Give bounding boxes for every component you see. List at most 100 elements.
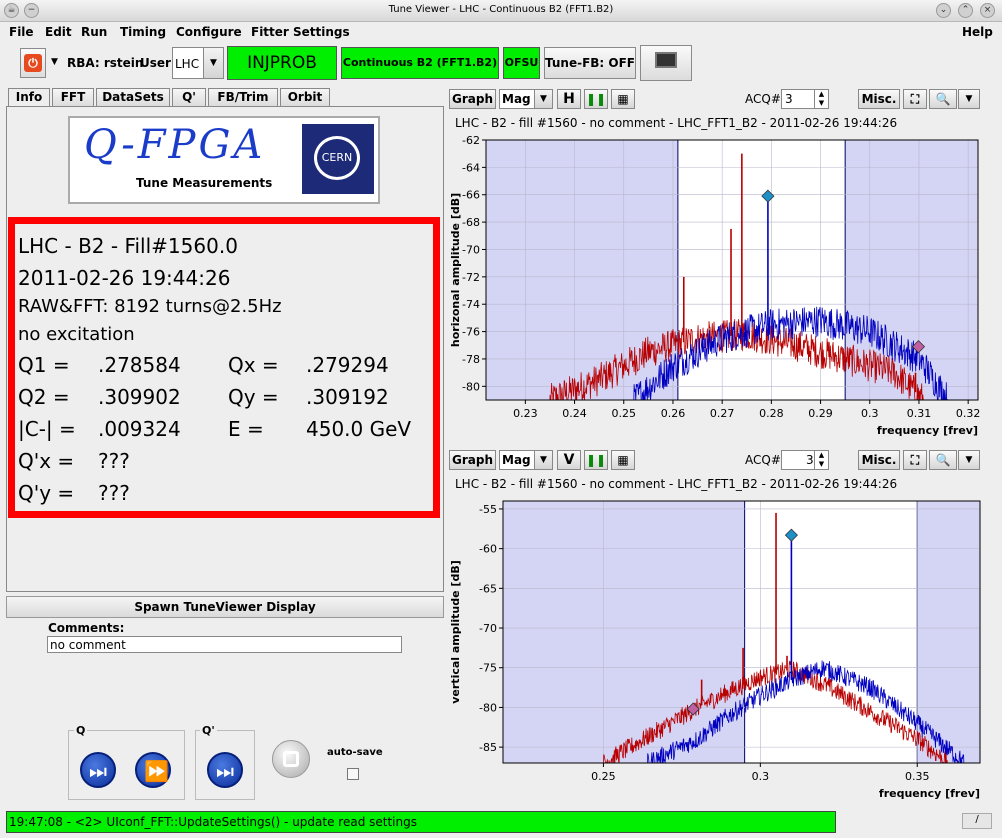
chevron-down-icon: ▼ bbox=[534, 90, 552, 108]
tab-fft[interactable]: FFT bbox=[52, 88, 94, 106]
graph1-acq-label: ACQ# bbox=[745, 92, 781, 106]
graph2-mag-select[interactable]: Mag ▼ bbox=[499, 450, 553, 470]
menu-file[interactable]: File bbox=[9, 25, 34, 39]
vertical-spectrum-chart[interactable]: 0.25 0.3 0.35 -55 -60 -65 -70 -75 -80 -85 frequenc… bbox=[448, 491, 998, 807]
x-tick-label: 0.28 bbox=[759, 407, 784, 420]
y-tick-label: -60 bbox=[479, 543, 497, 556]
y-tick-label: -74 bbox=[462, 298, 480, 311]
qprime-group-label: Q' bbox=[200, 724, 217, 737]
minimize-icon[interactable]: ⌄ bbox=[936, 3, 951, 18]
tab-info[interactable]: Info bbox=[8, 88, 50, 107]
spinner-arrows-icon: ▲ ▼ bbox=[814, 90, 828, 108]
skip-next-icon: ⏭ bbox=[216, 759, 234, 783]
graph2-grid-button[interactable]: ▦ bbox=[611, 450, 635, 470]
cern-logo: CERN bbox=[302, 124, 374, 194]
autosave-label: auto-save bbox=[327, 747, 383, 758]
graph1-pause-button[interactable]: ❚❚ bbox=[584, 89, 608, 109]
x-axis-label: frequency [frev] bbox=[877, 424, 978, 437]
menu-timing[interactable]: Timing bbox=[120, 25, 166, 39]
graph1-h-button[interactable]: H bbox=[557, 89, 581, 109]
zoom-fit-icon: ⛶ bbox=[910, 453, 920, 467]
power-button[interactable]: ⏻ bbox=[20, 48, 46, 78]
spawn-tuneviewer-button[interactable]: Spawn TuneViewer Display bbox=[6, 596, 444, 618]
x-tick-label: 0.27 bbox=[710, 407, 735, 420]
q2-label: Q2 = bbox=[18, 385, 70, 409]
graph2-zoom-fit-button[interactable]: ⛶ bbox=[903, 450, 927, 470]
window-title: Tune Viewer - LHC - Continuous B2 (FFT1.… bbox=[388, 4, 614, 15]
graph2-mag-value: Mag bbox=[502, 453, 531, 467]
x-tick-label: 0.3 bbox=[861, 407, 879, 420]
grid-icon: ▦ bbox=[617, 92, 629, 106]
autosave-checkbox[interactable] bbox=[347, 768, 359, 780]
qx-value: .279294 bbox=[306, 353, 389, 377]
menu-help[interactable]: Help bbox=[962, 25, 993, 39]
status-corner-button[interactable]: / bbox=[962, 813, 992, 829]
graph2-graph-button[interactable]: Graph bbox=[449, 450, 496, 470]
maximize-icon[interactable]: ⌃ bbox=[958, 3, 973, 18]
pause-icon: ❚❚ bbox=[585, 453, 607, 467]
graph1-acq-spinner[interactable]: 3 ▲ ▼ bbox=[781, 89, 829, 109]
x-axis-label: frequency [frev] bbox=[879, 787, 980, 800]
chevron-down-icon: ▼ bbox=[203, 48, 223, 78]
qy-value: .309192 bbox=[306, 385, 389, 409]
chroma-y-label: Q'y = bbox=[18, 481, 75, 505]
q-step-button[interactable]: ⏭ bbox=[80, 752, 116, 788]
y-tick-label: -72 bbox=[462, 271, 480, 284]
graph1-options-dropdown[interactable]: ▼ bbox=[958, 89, 980, 109]
graph1-graph-button[interactable]: Graph bbox=[449, 89, 496, 109]
user-select-value: LHC bbox=[175, 57, 200, 71]
graph1-misc-button[interactable]: Misc. bbox=[858, 89, 900, 109]
coupling-value: .009324 bbox=[98, 417, 181, 441]
user-select[interactable]: LHC ▼ bbox=[172, 47, 224, 79]
y-tick-label: -68 bbox=[462, 216, 480, 229]
comments-input[interactable] bbox=[47, 636, 402, 653]
display-button[interactable] bbox=[640, 45, 692, 81]
x-tick-label: 0.35 bbox=[905, 770, 930, 783]
graph2-pause-button[interactable]: ❚❚ bbox=[584, 450, 608, 470]
menu-edit[interactable]: Edit bbox=[45, 25, 72, 39]
mode-button[interactable]: Continuous B2 (FFT1.B2) bbox=[341, 47, 499, 79]
graph2-misc-button[interactable]: Misc. bbox=[858, 450, 900, 470]
graph2-zoom-button[interactable]: 🔍 bbox=[929, 450, 957, 470]
tab-datasets[interactable]: DataSets bbox=[96, 88, 170, 106]
graph2-acq-spinner[interactable]: 3 ▲ ▼ bbox=[781, 450, 829, 470]
tune-fb-button[interactable]: Tune-FB: OFF bbox=[544, 47, 636, 79]
x-tick-label: 0.25 bbox=[591, 770, 616, 783]
menu-configure[interactable]: Configure bbox=[176, 25, 242, 39]
rba-label: RBA: rstein bbox=[67, 56, 144, 70]
y-tick-label: -75 bbox=[479, 662, 497, 675]
menu-fitter-settings[interactable]: Fitter Settings bbox=[251, 25, 350, 39]
title-bar: ☕ − Tune Viewer - LHC - Continuous B2 (F… bbox=[0, 0, 1002, 22]
monitor-icon bbox=[655, 52, 677, 68]
q-fast-forward-button[interactable]: ⏩ bbox=[135, 752, 171, 788]
graph1-grid-button[interactable]: ▦ bbox=[611, 89, 635, 109]
graph1-zoom-button[interactable]: 🔍 bbox=[929, 89, 957, 109]
graph1-mag-select[interactable]: Mag ▼ bbox=[499, 89, 553, 109]
horizontal-spectrum-chart[interactable]: 0.23 0.24 0.25 0.26 0.27 0.28 0.29 0.3 0.31 0.32 -… bbox=[448, 130, 998, 448]
y-tick-label: -78 bbox=[462, 353, 480, 366]
power-dropdown-icon[interactable]: ▼ bbox=[51, 57, 58, 67]
chroma-x-value: ??? bbox=[98, 449, 130, 473]
tab-orbit[interactable]: Orbit bbox=[280, 88, 330, 106]
graph2-v-button[interactable]: V bbox=[557, 450, 581, 470]
graph1-zoom-fit-button[interactable]: ⛶ bbox=[903, 89, 927, 109]
magnifier-icon: 🔍 bbox=[935, 453, 951, 467]
menu-run[interactable]: Run bbox=[81, 25, 107, 39]
energy-label: E = bbox=[228, 417, 264, 441]
ofsu-button[interactable]: OFSU bbox=[503, 47, 540, 79]
close-icon[interactable]: × bbox=[980, 3, 995, 18]
logo-subtitle: Tune Measurements bbox=[136, 176, 273, 190]
tab-qprime[interactable]: Q' bbox=[172, 88, 206, 106]
y-tick-label: -64 bbox=[462, 161, 480, 174]
stop-button[interactable] bbox=[272, 740, 310, 778]
x-tick-label: 0.32 bbox=[956, 407, 981, 420]
injprob-button[interactable]: INJPROB bbox=[227, 46, 337, 80]
qy-label: Qy = bbox=[228, 385, 279, 409]
y-tick-label: -62 bbox=[462, 134, 480, 147]
logo-name: Q-FPGA bbox=[84, 122, 266, 168]
qprime-step-button[interactable]: ⏭ bbox=[207, 752, 243, 788]
y-tick-label: -70 bbox=[462, 243, 480, 256]
qx-label: Qx = bbox=[228, 353, 279, 377]
tab-fb-trim[interactable]: FB/Trim bbox=[208, 88, 278, 106]
graph2-options-dropdown[interactable]: ▼ bbox=[958, 450, 980, 470]
